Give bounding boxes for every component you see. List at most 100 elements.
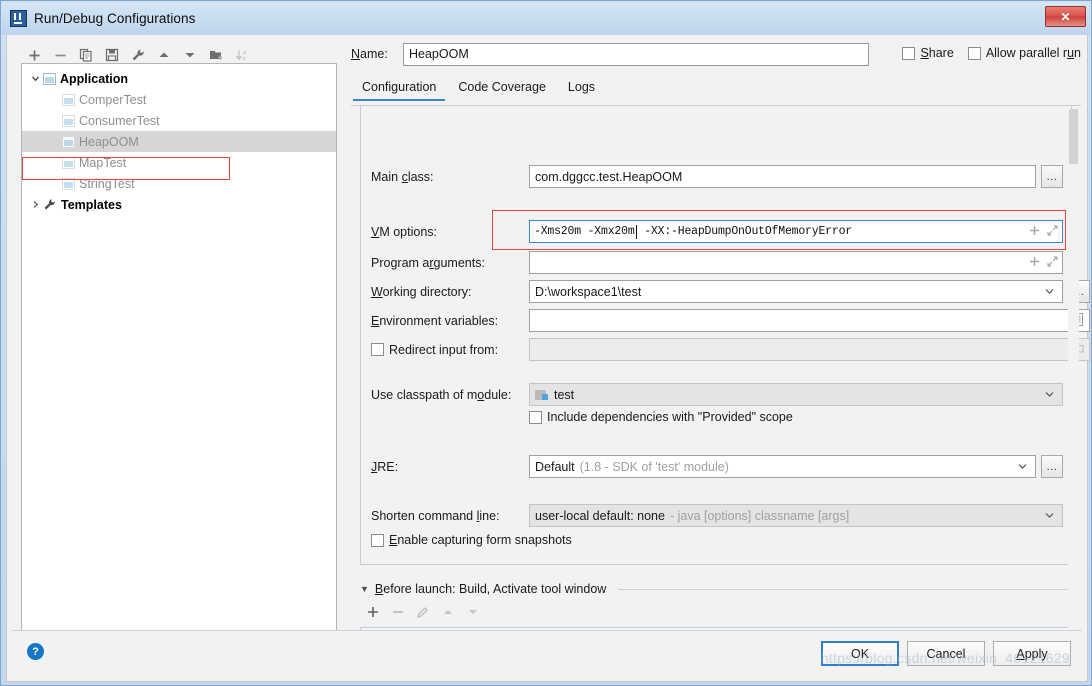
include-provided-label: Include dependencies with "Provided" sco… [547,410,793,424]
classpath-module-row: Use classpath of module: test [371,383,1063,406]
redirect-input-checkbox[interactable] [371,343,384,356]
program-arguments-label: Program arguments: [371,256,529,270]
application-icon [62,178,75,190]
allow-parallel-run-checkbox[interactable] [968,47,981,60]
editor-scrollbar[interactable] [1068,109,1079,669]
allow-parallel-run-label: Allow parallel run [986,46,1081,60]
tree-node-label: HeapOOM [79,135,139,149]
environment-variables-label: Environment variables: [371,314,529,328]
chevron-down-icon[interactable] [1014,463,1030,470]
vm-options-label: VM options: [371,225,529,239]
tree-node-label: ComperTest [79,93,146,107]
working-directory-label: Working directory: [371,285,529,299]
shorten-command-line-row: Shorten command line: user-local default… [371,504,1063,527]
move-task-up-button[interactable] [435,601,460,623]
application-icon [43,73,56,85]
tree-node-consumertest[interactable]: ConsumerTest [22,110,336,131]
close-icon[interactable]: ✕ [1045,6,1086,27]
allow-parallel-run-checkbox-wrap[interactable]: Allow parallel run [968,46,1081,60]
configurations-tree[interactable]: Application ComperTest ConsumerTest Heap… [21,63,337,636]
shorten-command-line-label: Shorten command line: [371,509,529,523]
jre-value-hint: (1.8 - SDK of 'test' module) [580,460,729,474]
add-before-launch-task-button[interactable] [360,601,385,623]
form-snapshots-checkbox[interactable] [371,534,384,547]
share-checkbox-wrap[interactable]: Share [902,46,953,60]
help-button[interactable]: ? [27,643,44,660]
form-snapshots-checkbox-wrap[interactable]: Enable capturing form snapshots [371,533,572,547]
tree-node-stringtest[interactable]: StringTest [22,173,336,194]
dialog-button-bar: ? OK Cancel Apply https://blog.csdn.net/… [12,630,1082,676]
redirect-input-label: Redirect input from: [389,343,498,357]
pencil-icon[interactable] [410,601,435,623]
tree-node-templates[interactable]: Templates [22,194,336,215]
dialog-client-area: a z Application ComperTest [6,35,1088,682]
redirect-input-checkbox-wrap[interactable]: Redirect input from: [371,343,529,357]
main-class-value: com.dggcc.test.HeapOOM [535,170,682,184]
include-provided-checkbox-wrap[interactable]: Include dependencies with "Provided" sco… [529,410,793,424]
remove-before-launch-task-button[interactable] [385,601,410,623]
application-icon [62,136,75,148]
expand-icon[interactable] [1047,256,1058,270]
application-icon [62,115,75,127]
ok-button[interactable]: OK [821,641,899,666]
environment-variables-input[interactable] [529,309,1090,332]
tab-configuration[interactable]: Configuration [351,77,447,101]
jre-browse-button[interactable]: ... [1041,455,1063,478]
tree-node-application[interactable]: Application [22,68,336,89]
chevron-down-icon[interactable] [1041,391,1057,398]
working-directory-row: Working directory: D:\workspace1\test ..… [371,280,1090,303]
cancel-button[interactable]: Cancel [907,641,985,666]
include-provided-checkbox[interactable] [529,411,542,424]
vm-options-value-after-caret: -XX:-HeapDumpOnOutOfMemoryError [638,225,852,238]
application-icon [62,94,75,106]
program-arguments-row: Program arguments: [371,251,1063,274]
jre-combo[interactable]: Default (1.8 - SDK of 'test' module) [529,455,1036,478]
tab-logs[interactable]: Logs [557,77,606,101]
vm-options-input[interactable]: -Xms20m -Xmx20m -XX:-HeapDumpOnOutOfMemo… [529,220,1063,243]
environment-variables-row: Environment variables: [371,309,1090,332]
triangle-down-icon[interactable]: ▼ [360,584,369,594]
tab-code-coverage[interactable]: Code Coverage [447,77,557,101]
jre-value: Default [535,460,575,474]
chevron-down-icon[interactable] [1041,288,1057,295]
chevron-right-icon[interactable] [28,197,43,213]
classpath-module-combo[interactable]: test [529,383,1063,406]
vm-options-row: VM options: -Xms20m -Xmx20m -XX:-HeapDum… [371,220,1063,243]
jre-label: JRE: [371,460,529,474]
run-debug-configurations-window: Run/Debug Configurations ✕ [0,0,1092,686]
tree-node-label: MapTest [79,156,126,170]
chevron-down-icon[interactable] [28,71,43,87]
shorten-command-line-combo[interactable]: user-local default: none - java [options… [529,504,1063,527]
editor-scrollbar-thumb[interactable] [1069,109,1078,164]
program-arguments-input[interactable] [529,251,1063,274]
expand-icon[interactable] [1047,225,1058,239]
form-snapshots-label: Enable capturing form snapshots [389,533,572,547]
plus-icon[interactable] [1029,256,1040,270]
editor-tabs: Configuration Code Coverage Logs [351,77,1081,106]
name-input[interactable] [403,43,869,66]
before-launch-title: Before launch: Build, Activate tool wind… [375,582,606,596]
module-icon [535,389,549,401]
chevron-down-icon[interactable] [1041,512,1057,519]
classpath-module-label: Use classpath of module: [371,388,529,402]
share-checkbox[interactable] [902,47,915,60]
tree-node-heapoom[interactable]: HeapOOM [22,131,336,152]
tree-node-label: ConsumerTest [79,114,160,128]
move-task-down-button[interactable] [460,601,485,623]
main-class-browse-button[interactable]: ... [1041,165,1063,188]
plus-icon[interactable] [1029,225,1040,239]
tree-node-compertest[interactable]: ComperTest [22,89,336,110]
working-directory-input[interactable]: D:\workspace1\test [529,280,1063,303]
tree-node-label: Application [60,72,128,86]
before-launch-header[interactable]: ▼ Before launch: Build, Activate tool wi… [360,582,1072,596]
vm-options-value-before-caret: -Xms20m -Xmx20m [534,225,635,238]
redirect-input-field [529,338,1090,361]
main-class-row: Main class: com.dggcc.test.HeapOOM ... [371,165,1063,188]
apply-button[interactable]: Apply [993,641,1071,666]
main-class-input[interactable]: com.dggcc.test.HeapOOM [529,165,1036,188]
text-caret [636,225,637,239]
classpath-module-value: test [554,388,574,402]
redirect-input-row: Redirect input from: [371,338,1090,361]
vm-options-actions [1029,221,1058,242]
tree-node-maptest[interactable]: MapTest [22,152,336,173]
